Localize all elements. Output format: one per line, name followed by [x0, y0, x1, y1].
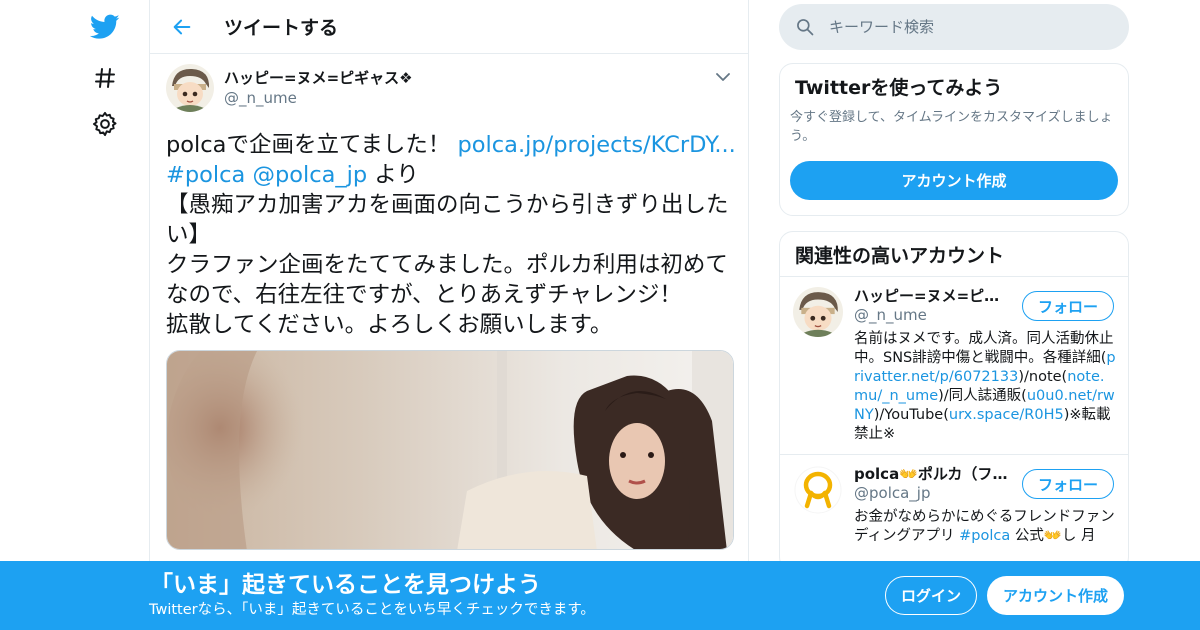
main-column: ツイートする ハッピー=ヌメ=ピギャス❖ @_n_ume polcaで企画を立て… [149, 0, 749, 630]
tweet-mention[interactable]: @polca_jp [252, 162, 367, 188]
bio-text: 名前はヌメです。成人済。同人活動休止中。SNS誹謗中傷と戦闘中。各種詳細( [854, 331, 1114, 366]
related-account-item[interactable]: ハッピー=ヌメ=ピギャス❖ @_n_ume 名前はヌメです。成人済。同人活動休止… [780, 277, 1128, 455]
signup-card-description: 今すぐ登録して、タイムラインをカスタマイズしましょう。 [790, 110, 1113, 144]
author-names: ハッピー=ヌメ=ピギャス❖ @_n_ume [224, 68, 413, 108]
page-header: ツイートする [150, 0, 748, 54]
tweet-text: polcaで企画を立てました！ polca.jp/projects/KCrDY.… [166, 130, 736, 340]
related-account-bio: お金がなめらかにめぐるフレンドファンディングアプリ #polca 公式👐し 月 [854, 508, 1116, 546]
tweet: ハッピー=ヌメ=ピギャス❖ @_n_ume polcaで企画を立てました！ po… [150, 54, 748, 550]
related-account-item[interactable]: polca👐ポルカ（フレンドファンディング） @polca_jp お金がなめらか… [780, 455, 1128, 556]
chevron-down-icon [716, 73, 730, 81]
photo-image [167, 351, 733, 549]
tweet-page: ツイートする ハッピー=ヌメ=ピギャス❖ @_n_ume polcaで企画を立て… [0, 0, 1200, 630]
search-input[interactable] [829, 18, 1109, 36]
tweet-body: 【愚痴アカ加害アカを画面の向こうから引きずり出したい】 クラファン企画をたててみ… [166, 192, 729, 338]
tweet-text-intro: polcaで企画を立てました！ [166, 132, 458, 158]
follow-button[interactable]: フォロー [1022, 469, 1114, 499]
bottom-bar-subtitle: Twitterなら、「いま」起きていることをいち早くチェックできます。 [149, 602, 595, 618]
related-account-bio: 名前はヌメです。成人済。同人活動休止中。SNS誹謗中傷と戦闘中。各種詳細(pri… [854, 330, 1116, 444]
signup-card-title: Twitterを使ってみよう [795, 77, 1003, 99]
avatar[interactable] [793, 287, 843, 337]
avatar[interactable] [793, 465, 843, 515]
avatar-image [166, 64, 214, 112]
avatar[interactable] [166, 64, 214, 112]
search-box[interactable] [779, 4, 1129, 50]
tweet-author: ハッピー=ヌメ=ピギャス❖ @_n_ume [166, 64, 732, 116]
twitter-bird-icon [90, 14, 120, 39]
bio-text: 公式👐し 月 [1010, 528, 1096, 544]
twitter-home-link[interactable] [88, 10, 122, 44]
tweet-hashtag[interactable]: #polca [166, 162, 245, 188]
bio-hashtag[interactable]: #polca [959, 528, 1010, 544]
related-accounts-title: 関連性の高いアカウント [795, 245, 1005, 267]
explore-link[interactable] [88, 61, 122, 95]
login-button[interactable]: ログイン [885, 576, 977, 615]
author-handle[interactable]: @_n_ume [224, 88, 413, 108]
arrow-left-icon [173, 19, 191, 34]
tweet-media-image[interactable] [166, 350, 734, 550]
bottom-signup-bar: 「いま」起きていることを見つけよう Twitterなら、「いま」起きていることを… [0, 561, 1200, 630]
avatar-image [793, 287, 843, 337]
gear-icon [92, 111, 117, 137]
related-accounts-header: 関連性の高いアカウント [780, 232, 1128, 277]
author-display-name[interactable]: ハッピー=ヌメ=ピギャス❖ [224, 68, 413, 88]
related-account-name[interactable]: ハッピー=ヌメ=ピギャス❖ [854, 287, 1014, 306]
follow-button[interactable]: フォロー [1022, 291, 1114, 321]
bottom-bar-title: 「いま」起きていることを見つけよう [150, 572, 541, 598]
polca-logo-icon [793, 465, 843, 515]
create-account-button[interactable]: アカウント作成 [790, 161, 1118, 200]
back-button[interactable] [164, 9, 200, 45]
signup-button[interactable]: アカウント作成 [987, 576, 1124, 615]
related-accounts-card: 関連性の高いアカウント ハッピー=ヌメ=ピギャ @_n_ume 名前はヌメです。… [779, 231, 1129, 571]
search-icon [797, 19, 814, 36]
bio-text: )/YouTube( [873, 407, 949, 423]
settings-link[interactable] [88, 107, 122, 141]
hashtag-icon [95, 68, 115, 88]
page-title: ツイートする [224, 17, 339, 39]
tweet-text-suffix: より [367, 162, 419, 188]
left-nav [80, 0, 130, 630]
signup-card: Twitterを使ってみよう 今すぐ登録して、タイムラインをカスタマイズしましょ… [779, 63, 1129, 216]
bio-link[interactable]: urx.space/R0H5 [949, 407, 1064, 423]
tweet-menu-button[interactable] [712, 66, 734, 88]
bio-text: )/note( [1018, 369, 1068, 385]
tweet-link[interactable]: polca.jp/projects/KCrDY... [458, 132, 736, 158]
bio-text: )/同人誌通販( [938, 388, 1027, 404]
related-account-name[interactable]: polca👐ポルカ（フレンドファンディング） [854, 465, 1014, 484]
